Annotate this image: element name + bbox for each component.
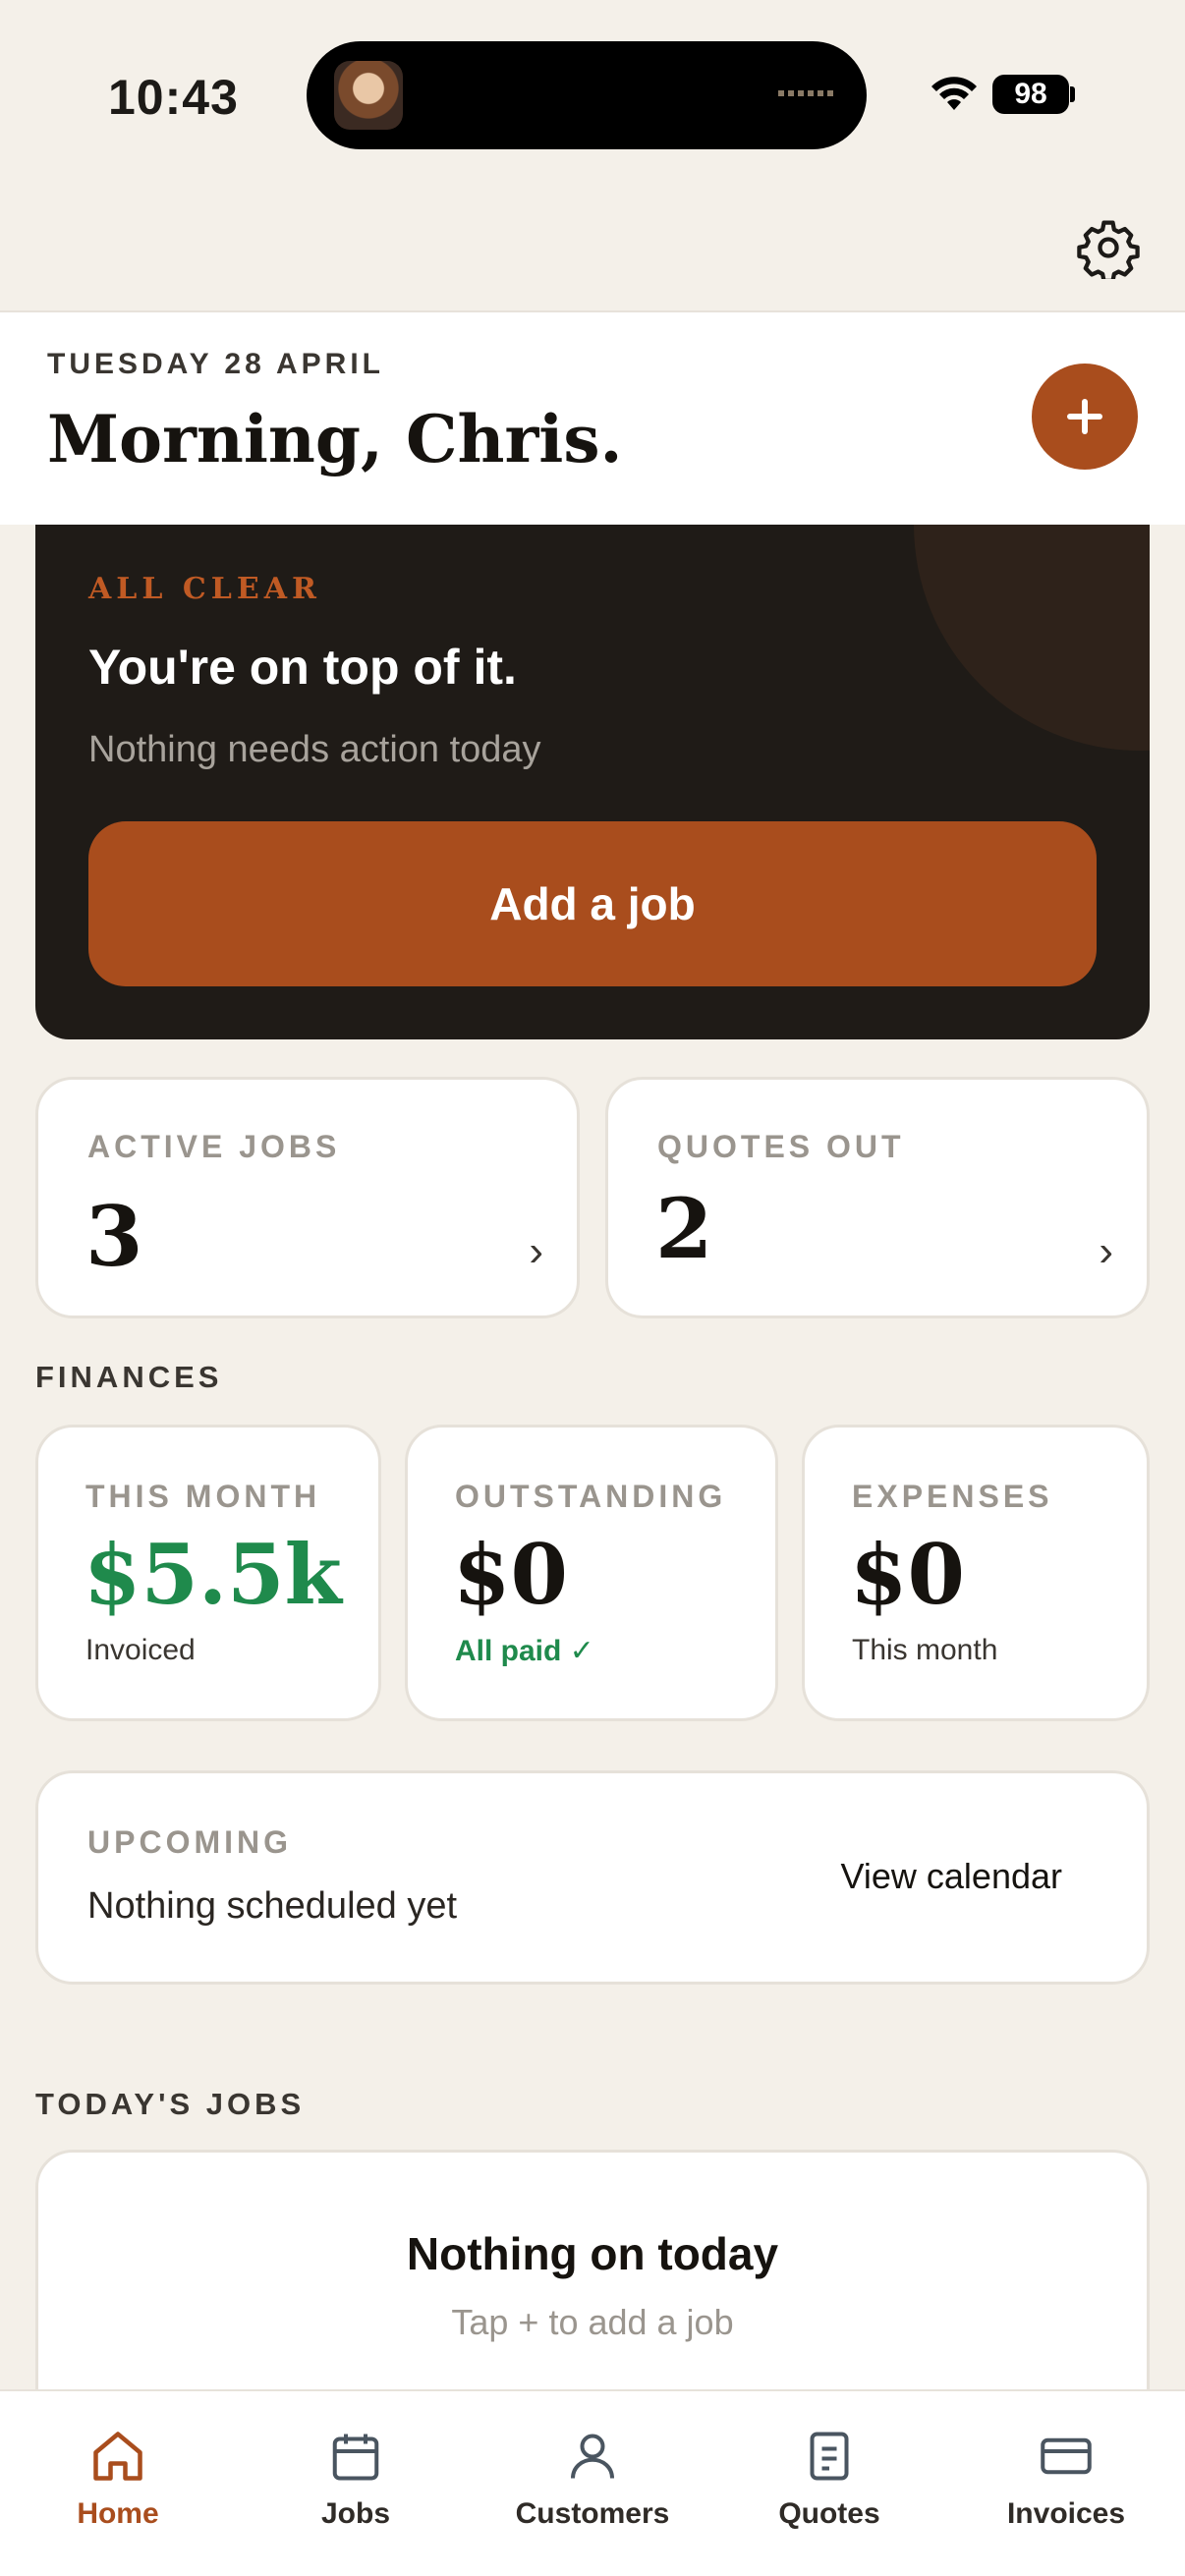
tab-label: Customers: [515, 2497, 670, 2530]
calendar-icon: [332, 2434, 379, 2481]
add-button[interactable]: [1032, 364, 1138, 470]
finance-label: THIS MONTH: [85, 1479, 321, 1514]
tab-home[interactable]: Home: [10, 2427, 226, 2531]
chevron-right-icon: ›: [1099, 1227, 1113, 1275]
tab-bar: Home Jobs Customers Quotes Invoices: [0, 2389, 1185, 2576]
expenses-card[interactable]: EXPENSES $0 This month: [802, 1425, 1150, 1721]
tab-quotes[interactable]: Quotes: [721, 2427, 937, 2531]
todays-jobs-section-label: TODAY'S JOBS: [35, 2087, 306, 2121]
finance-label: OUTSTANDING: [455, 1479, 727, 1514]
hero-kicker: ALL CLEAR: [88, 572, 321, 606]
page-header: TUESDAY 28 APRIL Morning, Chris.: [0, 310, 1185, 525]
settings-gear-icon[interactable]: [1077, 216, 1140, 279]
tab-invoices[interactable]: Invoices: [958, 2427, 1174, 2531]
tab-label: Home: [77, 2497, 159, 2530]
hero-title: You're on top of it.: [88, 640, 517, 695]
view-calendar-link[interactable]: View calendar: [841, 1856, 1062, 1897]
tab-customers[interactable]: Customers: [484, 2427, 701, 2531]
greeting-title: Morning, Chris.: [47, 401, 623, 477]
upcoming-text: Nothing scheduled yet: [87, 1885, 458, 1927]
stat-label: QUOTES OUT: [657, 1129, 905, 1164]
decorative-circle: [914, 525, 1150, 751]
this-month-card[interactable]: THIS MONTH $5.5k Invoiced: [35, 1425, 381, 1721]
empty-subtitle: Tap + to add a job: [451, 2302, 734, 2342]
add-job-button[interactable]: Add a job: [88, 821, 1097, 986]
document-icon: [810, 2432, 849, 2481]
upcoming-label: UPCOMING: [87, 1824, 292, 1860]
now-playing-artwork[interactable]: [334, 61, 403, 130]
finance-sub: Invoiced: [85, 1634, 196, 1666]
tab-label: Quotes: [778, 2497, 880, 2530]
chevron-right-icon: ›: [529, 1227, 543, 1275]
finance-value: $0: [453, 1526, 568, 1623]
home-icon: [93, 2432, 142, 2481]
date-label: TUESDAY 28 APRIL: [47, 348, 384, 380]
finance-sub: This month: [852, 1634, 998, 1666]
battery-nub: [1070, 86, 1075, 102]
empty-title: Nothing on today: [406, 2228, 779, 2279]
outstanding-card[interactable]: OUTSTANDING $0 All paid ✓: [405, 1425, 778, 1721]
status-time: 10:43: [108, 70, 239, 125]
stat-label: ACTIVE JOBS: [87, 1129, 341, 1164]
dynamic-island: [307, 41, 867, 149]
tab-label: Invoices: [1006, 2497, 1126, 2530]
finance-value: $5.5k: [84, 1526, 342, 1623]
finance-value: $0: [850, 1526, 965, 1623]
card-icon: [1041, 2437, 1092, 2475]
quotes-out-card[interactable]: QUOTES OUT 2 ›: [605, 1077, 1150, 1318]
finance-label: EXPENSES: [852, 1479, 1053, 1514]
wifi-icon: [931, 77, 977, 110]
upcoming-card: UPCOMING Nothing scheduled yet View cale…: [35, 1770, 1150, 1985]
activity-dots-icon: [778, 90, 837, 96]
status-hero-card: ALL CLEAR You're on top of it. Nothing n…: [35, 525, 1150, 1039]
tab-label: Jobs: [320, 2497, 391, 2530]
tab-jobs[interactable]: Jobs: [248, 2427, 464, 2531]
battery-indicator: 98: [992, 75, 1069, 114]
finances-section-label: FINANCES: [35, 1360, 223, 1394]
active-jobs-card[interactable]: ACTIVE JOBS 3 ›: [35, 1077, 580, 1318]
stat-value: 3: [85, 1188, 143, 1285]
stat-value: 2: [655, 1180, 713, 1277]
hero-subtitle: Nothing needs action today: [88, 729, 541, 770]
finance-sub: All paid ✓: [455, 1635, 594, 1667]
person-icon: [571, 2434, 614, 2479]
